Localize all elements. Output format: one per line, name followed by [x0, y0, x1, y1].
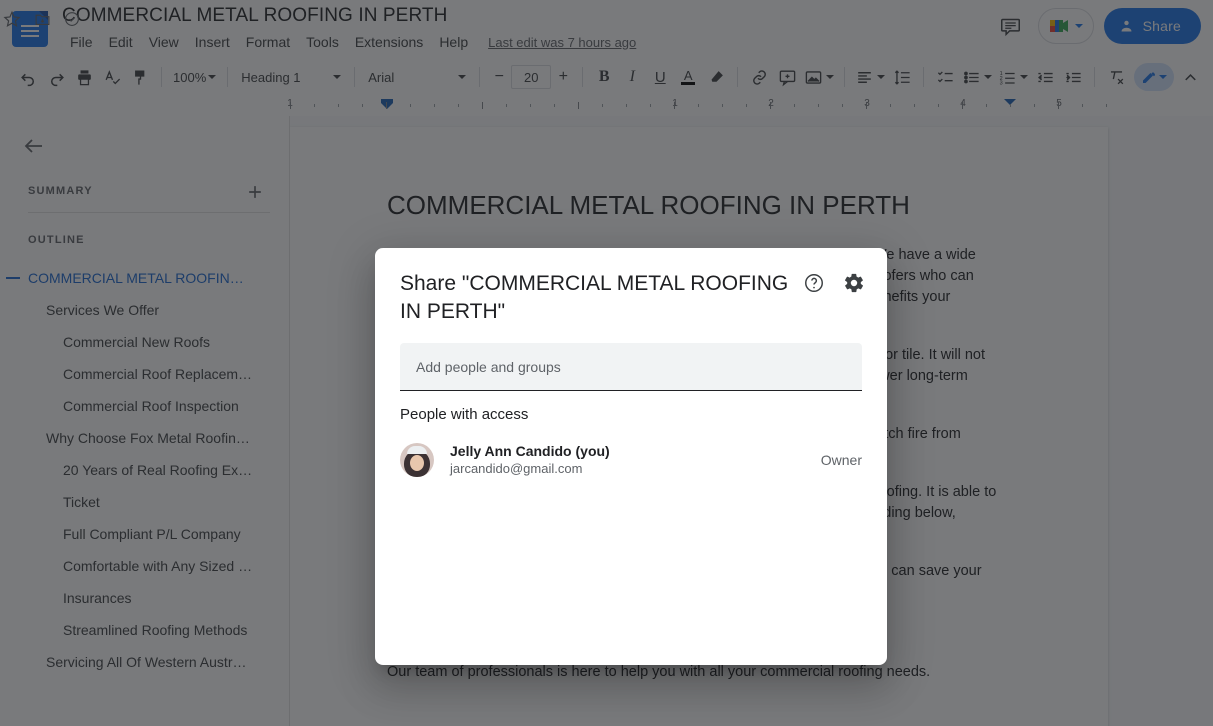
- share-dialog-header-actions: [803, 272, 867, 296]
- person-name: Jelly Ann Candido (you): [450, 443, 610, 459]
- person-email: jarcandido@gmail.com: [450, 461, 583, 476]
- share-dialog-title: Share "COMMERCIAL METAL ROOFING IN PERTH…: [400, 272, 789, 323]
- person-info: Jelly Ann Candido (you) jarcandido@gmail…: [450, 442, 610, 478]
- help-icon[interactable]: [803, 272, 827, 296]
- share-dialog: Share "COMMERCIAL METAL ROOFING IN PERTH…: [375, 248, 887, 665]
- add-people-placeholder: Add people and groups: [416, 358, 561, 375]
- gear-icon[interactable]: [843, 272, 867, 296]
- avatar: [400, 443, 434, 477]
- google-docs-window: COMMERCIAL METAL ROOFING IN PERTH File E…: [0, 0, 1213, 726]
- people-with-access-heading: People with access: [400, 406, 529, 423]
- add-people-input[interactable]: Add people and groups: [400, 343, 862, 391]
- person-row[interactable]: Jelly Ann Candido (you) jarcandido@gmail…: [400, 438, 862, 482]
- person-role: Owner: [820, 452, 862, 468]
